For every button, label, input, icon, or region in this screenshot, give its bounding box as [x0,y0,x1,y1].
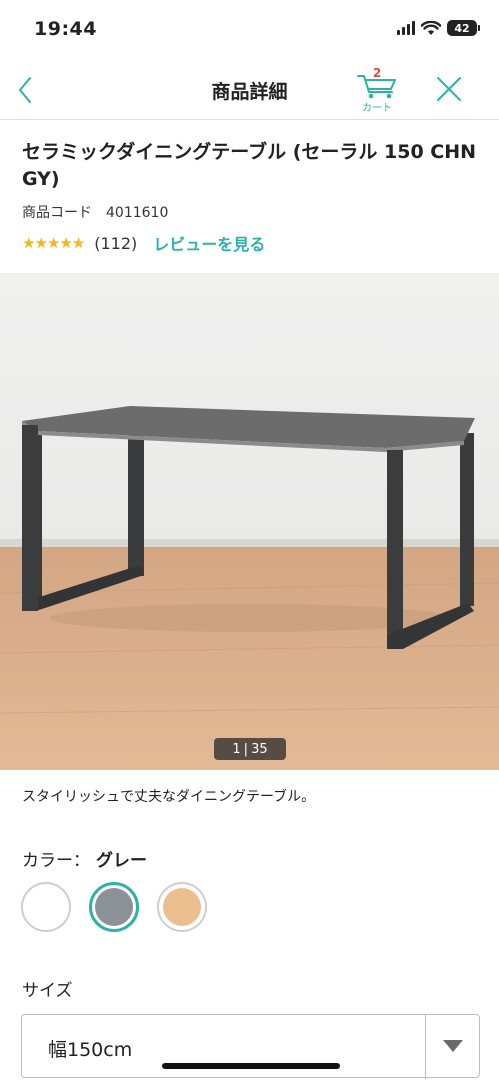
close-icon[interactable] [434,74,464,104]
color-label: カラー： グレー [22,846,147,871]
table-photo [0,273,499,770]
rating-row: ★★★★★ (112) レビューを見る [22,231,265,255]
status-bar: 19:44 42 [0,0,499,60]
product-title: セラミックダイニングテーブル (セーラル 150 CHN GY) [22,141,477,190]
home-indicator [162,1063,340,1069]
status-time: 19:44 [34,18,97,40]
cart-count-badge: 2 [372,66,382,80]
product-image[interactable] [0,273,499,770]
size-select-divider [425,1015,426,1079]
swatch-dot [163,888,201,926]
product-code-label: 商品コード [22,205,92,221]
swatch-dot [95,888,133,926]
review-link[interactable]: レビューを見る [153,231,265,255]
image-counter-separator: | [243,741,249,757]
image-counter-total: 35 [251,741,268,757]
color-label-text: カラー： [22,851,90,871]
product-code-value: 4011610 [106,205,169,221]
wifi-icon [421,20,441,35]
size-selected-value: 幅150cm [48,1039,133,1061]
nav-bar: 商品詳細 2 カート [0,60,499,120]
product-description: スタイリッシュで丈夫なダイニングテーブル。 [22,789,316,805]
product-code: 商品コード 4011610 [22,202,168,222]
page-title: 商品詳細 [211,81,288,103]
dropdown-arrow-icon [443,1040,463,1052]
color-swatches [21,882,207,932]
cart-label: カート [362,103,392,114]
rating-stars: ★★★★★ [22,234,85,252]
signal-icon [397,21,415,35]
review-count: (112) [94,233,138,253]
battery-icon: 42 [447,20,480,36]
image-counter: 1 | 35 [214,738,286,760]
cart-button[interactable]: 2 カート [354,66,400,116]
status-icons: 42 [397,20,480,36]
color-swatch-gray[interactable] [89,882,139,932]
swatch-dot [27,888,65,926]
color-selected-value: グレー [96,851,147,871]
color-swatch-white[interactable] [21,882,71,932]
color-swatch-beige[interactable] [157,882,207,932]
size-label: サイズ [22,981,73,1001]
image-counter-current: 1 [232,741,241,757]
